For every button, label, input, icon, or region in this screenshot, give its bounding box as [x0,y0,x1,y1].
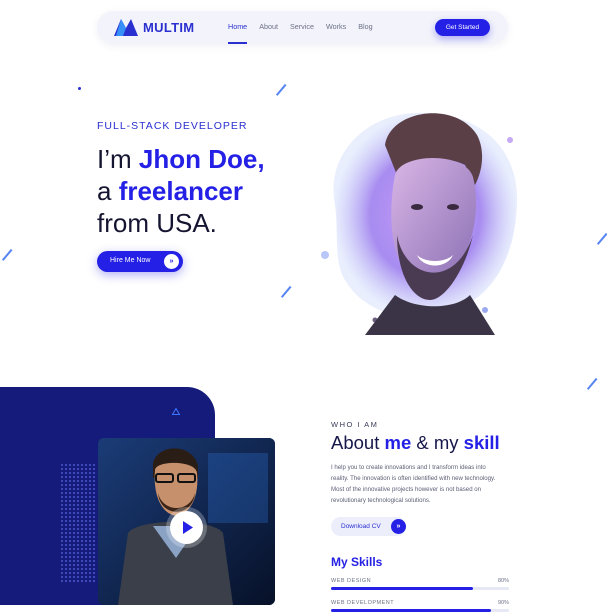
about-title-c: & my [411,432,464,453]
nav-blog[interactable]: Blog [358,22,372,31]
hire-me-button[interactable]: Hire Me Now » [97,251,183,272]
about-title: About me & my skill [331,432,500,454]
play-button[interactable] [170,511,203,544]
skill-name: WEB DESIGN [331,578,372,584]
decor-streak [280,285,292,298]
decor-streak [275,83,287,96]
get-started-button[interactable]: Get Started [435,19,490,36]
hero-role: freelancer [118,176,243,206]
decor-streak [586,377,598,390]
decor-streak [596,232,607,245]
hero-name: Jhon Doe, [138,144,265,174]
download-cv-label: Download CV [341,523,381,530]
nav-about[interactable]: About [259,22,278,31]
hire-me-label: Hire Me Now [110,257,151,264]
double-arrow-icon: » [164,254,179,269]
hero-line1-prefix: I’m [97,144,139,174]
about-title-a: About [331,432,385,453]
hero-title: I’m Jhon Doe, a freelancer from USA. [97,143,265,239]
hero-portrait-image [321,112,518,335]
skill-bar-track [331,587,509,590]
hero-line3: from USA. [97,208,217,238]
logo[interactable]: MULTIM [114,19,194,36]
brand-name: MULTIM [143,20,195,35]
skill-name: WEB DEVELOPMENT [331,600,395,606]
navbar: MULTIM Home About Service Works Blog Get… [97,11,508,44]
decor-dot-grid [60,463,96,583]
nav-works[interactable]: Works [326,22,346,31]
play-icon [183,521,193,534]
skill-bar-fill [331,587,474,590]
nav-links: Home About Service Works Blog [228,22,385,44]
triangle-icon [172,408,180,415]
double-arrow-icon: » [391,519,406,534]
download-cv-button[interactable]: Download CV » [331,517,406,536]
hero-line2-prefix: a [97,176,119,206]
about-title-b: me [384,432,412,453]
skill-percent: 80% [497,578,509,584]
about-kicker: WHO I AM [331,420,379,429]
decor-streak [1,248,13,261]
skills-title: My Skills [331,555,383,569]
about-video-thumbnail[interactable] [98,438,275,605]
about-description: I help you to create innovations and I t… [331,464,496,504]
skill-percent: 90% [497,600,509,606]
hero-subtitle: FULL-STACK DEVELOPER [97,120,248,132]
nav-service[interactable]: Service [290,22,314,31]
about-title-d: skill [463,432,500,453]
nav-home[interactable]: Home [228,22,248,44]
decor-dot [78,87,81,90]
logo-icon [114,19,138,36]
